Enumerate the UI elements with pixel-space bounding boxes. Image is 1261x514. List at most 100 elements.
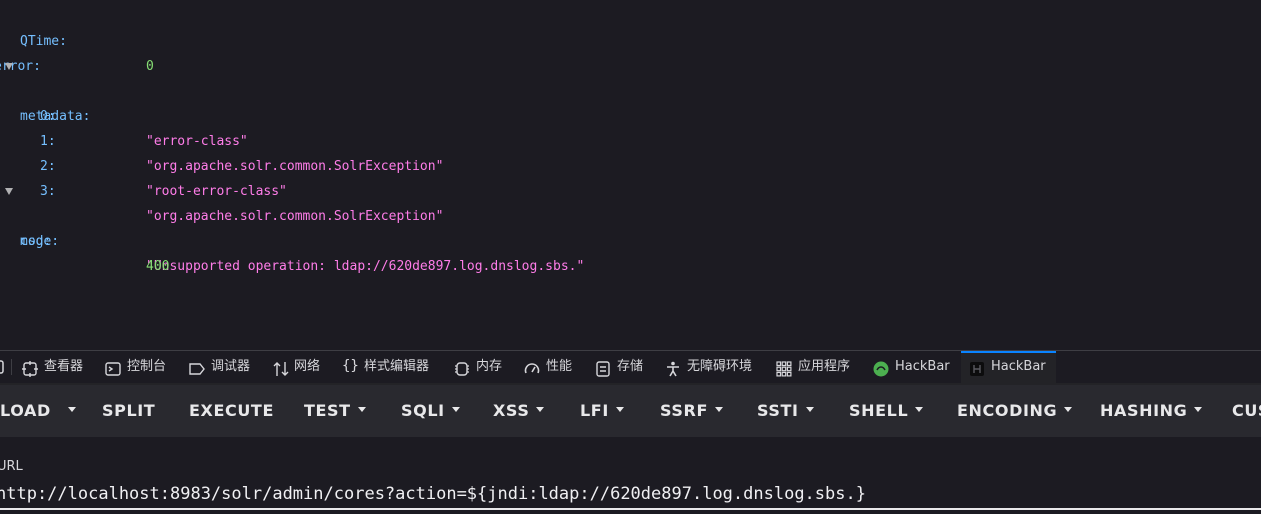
split-button[interactable]: SPLIT [102, 385, 155, 437]
json-key: 2: [40, 159, 56, 174]
json-key: 3: [40, 184, 56, 199]
expand-arrow-icon[interactable] [5, 188, 13, 195]
menu-label: SHELL [849, 401, 909, 420]
tab-accessibility[interactable]: 无障碍环境 [665, 351, 752, 383]
load-dropdown-button[interactable] [56, 385, 88, 437]
tab-hackbar-1[interactable]: HackBar [873, 351, 950, 383]
tab-memory[interactable]: 内存 [454, 351, 502, 383]
chevron-down-icon [615, 407, 624, 412]
devtools-tabbar: 查看器 控制台 调试器 网络 {} 样式编辑器 内存 性能 存储 无障碍环境 应… [0, 351, 1261, 383]
expand-arrow-icon[interactable] [5, 63, 13, 70]
hackbar-dark-icon [969, 358, 985, 376]
json-row-metadata-2: 2: "root-error-class" [0, 129, 287, 199]
ssti-menu-button[interactable]: SSTI [757, 385, 814, 437]
performance-icon [524, 358, 540, 374]
url-input[interactable] [0, 480, 1261, 510]
hackbar-green-icon [873, 358, 889, 376]
chevron-down-icon [714, 407, 723, 412]
network-icon [272, 358, 289, 376]
custom-menu-button[interactable]: CUS [1232, 385, 1261, 437]
json-value: "Unsupported operation: ldap://620de897.… [146, 259, 585, 274]
tab-label: 内存 [476, 359, 503, 374]
json-value: 400 [146, 259, 170, 274]
execute-button[interactable]: EXECUTE [189, 385, 274, 437]
menu-label: XSS [493, 401, 530, 420]
menu-label: HASHING [1100, 401, 1188, 420]
json-row-code: code: 400 [0, 204, 169, 274]
menu-label: SSTI [757, 401, 799, 420]
tab-label: 查看器 [44, 359, 84, 374]
tab-performance[interactable]: 性能 [524, 351, 572, 383]
lfi-menu-button[interactable]: LFI [580, 385, 624, 437]
menu-label: LFI [580, 401, 609, 420]
xss-menu-button[interactable]: XSS [493, 385, 545, 437]
inspector-icon [22, 358, 38, 377]
sqli-menu-button[interactable]: SQLI [401, 385, 460, 437]
tab-storage[interactable]: 存储 [595, 351, 643, 383]
console-icon [105, 358, 121, 376]
tab-network[interactable]: 网络 [272, 351, 320, 383]
test-menu-button[interactable]: TEST [304, 385, 366, 437]
tab-label: 性能 [546, 359, 573, 374]
json-value: 0 [146, 59, 154, 74]
tab-application[interactable]: 应用程序 [776, 351, 850, 383]
json-viewer: QTime: 0 error: metadata: 0: "error-clas… [0, 0, 1261, 350]
menu-label: SQLI [401, 401, 445, 420]
debugger-icon [189, 358, 205, 375]
json-row-metadata[interactable]: metadata: [0, 54, 90, 124]
hackbar-body: URL [0, 437, 1261, 514]
tab-label: 控制台 [127, 359, 167, 374]
tab-inspector[interactable]: 查看器 [22, 351, 83, 383]
menu-label: SSRF [660, 401, 708, 420]
memory-icon [454, 358, 470, 376]
chevron-down-icon [357, 407, 366, 412]
tab-label: 调试器 [211, 359, 251, 374]
chevron-down-icon [1194, 407, 1203, 412]
json-key: code: [20, 234, 60, 249]
menu-label: ENCODING [957, 401, 1058, 420]
menu-label: TEST [304, 401, 351, 420]
json-value: "org.apache.solr.common.SolrException" [146, 159, 444, 174]
tab-hackbar-2[interactable]: HackBar [961, 351, 1056, 383]
tab-label: HackBar [895, 359, 950, 374]
json-value: "error-class" [146, 134, 248, 149]
encoding-menu-button[interactable]: ENCODING [957, 385, 1073, 437]
tab-label: 网络 [294, 359, 321, 374]
json-value: "root-error-class" [146, 184, 287, 199]
ssrf-menu-button[interactable]: SSRF [660, 385, 723, 437]
tab-label: 存储 [617, 359, 644, 374]
url-label: URL [0, 459, 23, 474]
json-value: "org.apache.solr.common.SolrException" [146, 209, 444, 224]
json-row-qtime: QTime: 0 [0, 4, 154, 74]
chevron-down-icon [536, 407, 545, 412]
json-key: 1: [40, 134, 56, 149]
json-row-metadata-0: 0: "error-class" [0, 79, 248, 149]
application-icon [776, 358, 792, 376]
tab-debugger[interactable]: 调试器 [189, 351, 250, 383]
json-row-error[interactable]: error: [0, 29, 41, 74]
tab-label: 应用程序 [798, 359, 851, 374]
hashing-menu-button[interactable]: HASHING [1100, 385, 1203, 437]
tab-style-editor[interactable]: {} 样式编辑器 [342, 351, 429, 383]
tab-label: 样式编辑器 [364, 359, 430, 374]
chevron-down-icon [451, 407, 460, 412]
load-button[interactable]: LOAD [0, 385, 51, 437]
json-key: 0: [40, 109, 56, 124]
chevron-down-icon [805, 407, 814, 412]
shell-menu-button[interactable]: SHELL [849, 385, 924, 437]
accessibility-icon [665, 358, 681, 376]
chevron-down-icon [1064, 407, 1073, 412]
hackbar-toolbar: LOAD SPLIT EXECUTE TEST SQLI XSS LFI SSR… [0, 385, 1261, 437]
storage-icon [595, 358, 611, 377]
tab-label: 无障碍环境 [687, 359, 753, 374]
chevron-down-icon [68, 407, 76, 412]
tab-label: HackBar [991, 359, 1046, 374]
json-row-metadata-3: 3: "org.apache.solr.common.SolrException… [0, 154, 443, 224]
picker-icon[interactable] [0, 351, 4, 383]
style-editor-icon: {} [342, 357, 359, 374]
tab-console[interactable]: 控制台 [105, 351, 166, 383]
tab-divider [11, 359, 12, 375]
json-row-msg[interactable]: msg: "Unsupported operation: ldap://620d… [0, 179, 584, 274]
chevron-down-icon [915, 407, 924, 412]
json-row-metadata-1: 1: "org.apache.solr.common.SolrException… [0, 104, 443, 174]
